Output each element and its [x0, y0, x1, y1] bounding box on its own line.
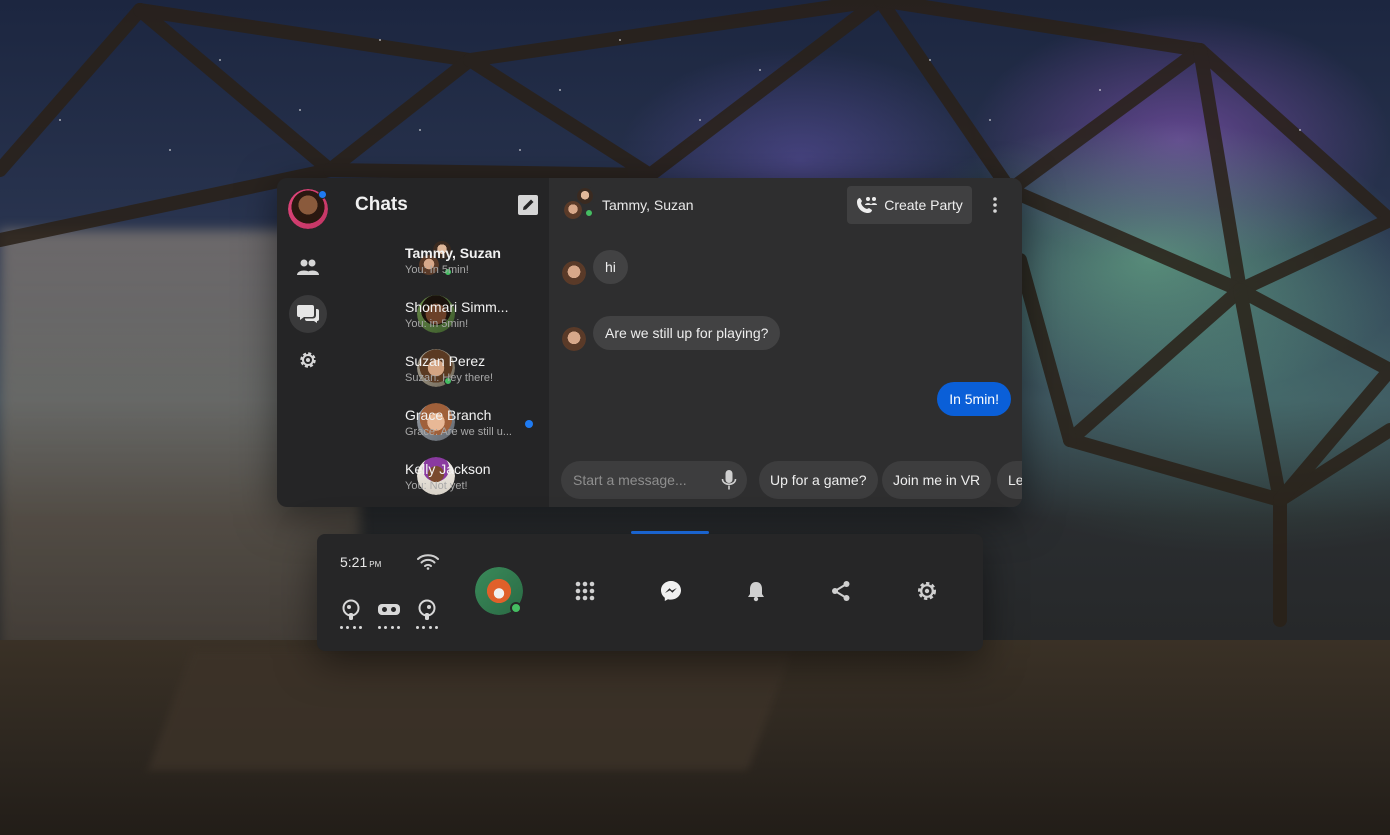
chat-item-name: Tammy, Suzan: [405, 245, 501, 261]
chat-item-preview: You: Not yet!: [405, 480, 468, 492]
conversation-panel: Tammy, Suzan Create Party hi Are we stil…: [549, 178, 1022, 507]
clock: 5:21 PM: [340, 554, 381, 570]
my-message-bubble[interactable]: In 5min!: [937, 382, 1011, 416]
conversation-title[interactable]: Tammy, Suzan: [602, 197, 694, 213]
chat-list-panel: Chats Tammy, Suzan You: In 5min! Shomari…: [339, 178, 549, 507]
sender-avatar: [562, 261, 586, 285]
message-input[interactable]: [573, 461, 718, 499]
online-indicator: [585, 209, 593, 217]
profile-online-indicator: [510, 602, 522, 614]
header-avatar-front: [562, 199, 584, 221]
chat-item-tammy-suzan[interactable]: Tammy, Suzan You: In 5min!: [339, 236, 549, 290]
chat-item-suzan-perez[interactable]: Suzan Perez Suzan: Hey there!: [339, 344, 549, 398]
gear-icon: [300, 352, 316, 368]
universal-menu-dock: 5:21 PM: [317, 534, 983, 651]
more-vertical-icon: [993, 197, 997, 213]
nav-rail: [277, 178, 339, 507]
people-icon: [297, 259, 319, 275]
message-composer[interactable]: [561, 461, 747, 499]
messenger-icon: [661, 581, 681, 601]
apps-button[interactable]: [570, 576, 600, 606]
chat-item-name: Grace Branch: [405, 407, 492, 423]
compose-icon: [518, 195, 538, 215]
apps-grid-icon: [575, 581, 595, 601]
microphone-icon[interactable]: [721, 470, 737, 490]
more-options-button[interactable]: [985, 192, 1005, 218]
left-controller-icon: [342, 599, 360, 620]
chat-item-preview: Grace: Are we still u...: [405, 426, 512, 438]
headset-status[interactable]: [377, 599, 401, 629]
clock-ampm: PM: [369, 560, 382, 569]
right-controller-icon: [418, 599, 436, 620]
chat-item-kelly-jackson[interactable]: Kelly Jackson You: Not yet!: [339, 452, 549, 506]
chat-item-preview: You: In 5min!: [405, 264, 469, 276]
bell-icon: [748, 582, 764, 602]
settings-button[interactable]: [912, 576, 942, 606]
gear-icon: [918, 582, 936, 600]
quick-reply-chip[interactable]: Up for a game?: [759, 461, 878, 499]
nav-settings[interactable]: [289, 341, 327, 379]
chats-title: Chats: [355, 194, 408, 215]
message-bubble[interactable]: Are we still up for playing?: [593, 316, 781, 350]
wifi-icon[interactable]: [417, 554, 439, 570]
quick-reply-chip[interactable]: Join me in VR: [882, 461, 992, 499]
nav-chats[interactable]: [289, 295, 327, 333]
right-controller-status[interactable]: [415, 599, 439, 629]
sender-avatar: [562, 327, 586, 351]
unread-indicator: [525, 420, 533, 428]
share-button[interactable]: [826, 576, 856, 606]
messenger-window: Chats Tammy, Suzan You: In 5min! Shomari…: [277, 178, 1022, 507]
battery-dots: [378, 626, 400, 629]
chat-icon: [297, 305, 319, 323]
quick-reply-chip[interactable]: Le: [997, 461, 1022, 499]
battery-dots: [340, 626, 362, 629]
notification-dot: [318, 190, 327, 199]
chat-item-name: Shomari Simm...: [405, 299, 509, 315]
chat-item-grace-branch[interactable]: Grace Branch Grace: Are we still u...: [339, 398, 549, 452]
messenger-button[interactable]: [656, 576, 686, 606]
chat-item-name: Suzan Perez: [405, 353, 486, 369]
clock-time: 5:21: [340, 554, 368, 570]
left-controller-status[interactable]: [339, 599, 363, 629]
create-party-label: Create Party: [884, 197, 963, 213]
party-call-icon: [857, 197, 878, 213]
create-party-button[interactable]: Create Party: [847, 186, 972, 224]
message-bubble[interactable]: hi: [593, 250, 628, 284]
chat-item-preview: You: in 5min!: [405, 318, 469, 330]
share-icon: [832, 581, 850, 601]
chat-item-name: Kelly Jackson: [405, 461, 491, 477]
compose-button[interactable]: [515, 192, 541, 218]
nav-people[interactable]: [289, 248, 327, 286]
chat-item-shomari[interactable]: Shomari Simm... You: in 5min!: [339, 290, 549, 344]
headset-icon: [378, 604, 400, 615]
chat-item-preview: Suzan: Hey there!: [405, 372, 494, 384]
battery-dots: [416, 626, 438, 629]
notifications-button[interactable]: [741, 576, 771, 606]
